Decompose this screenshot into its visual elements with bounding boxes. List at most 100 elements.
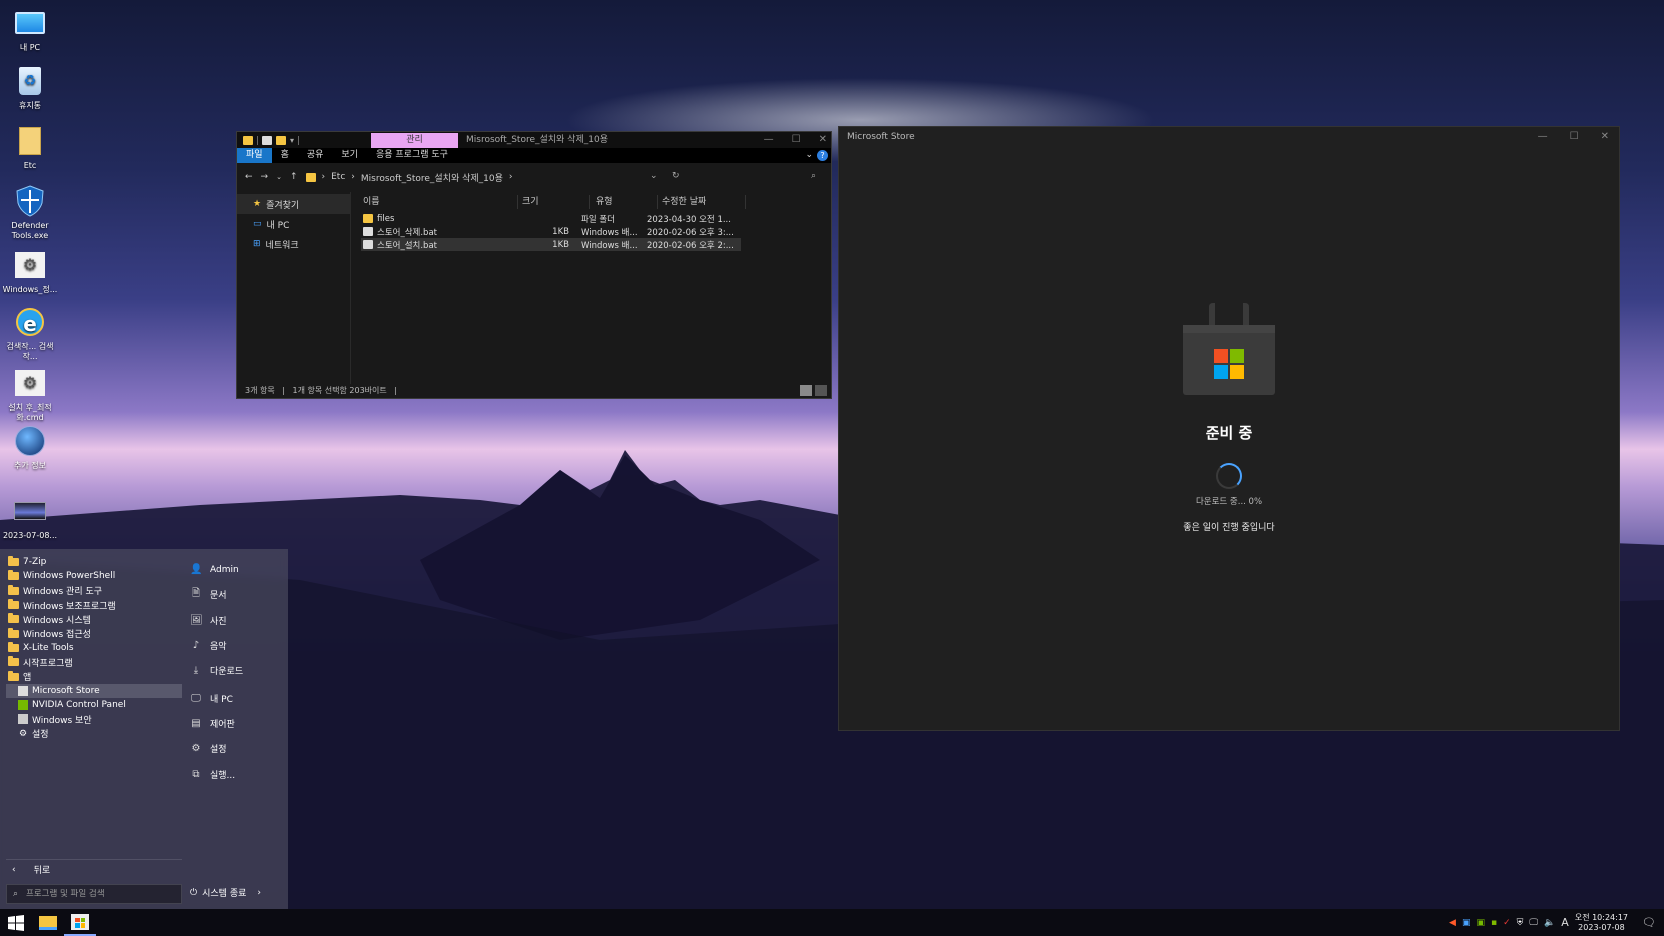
taskbar-file-explorer[interactable] <box>32 909 64 936</box>
folder-icon <box>305 172 316 182</box>
clock[interactable]: 오전 10:24:17 2023-07-08 <box>1575 913 1628 933</box>
desktop-icon-label: 설치 후_최적화.cmd <box>8 403 52 422</box>
folder-icon <box>8 584 19 595</box>
place-item[interactable]: 🗎 문서 <box>186 582 286 607</box>
tab-app-tools[interactable]: 응용 프로그램 도구 <box>367 148 457 163</box>
taskbar-microsoft-store[interactable] <box>64 909 96 936</box>
status-item-count: 3개 항목 <box>245 386 275 395</box>
tray-red-icon[interactable]: ✓ <box>1503 918 1511 928</box>
details-view-icon[interactable] <box>800 385 812 396</box>
up-arrow-icon[interactable]: ↑ <box>290 172 298 182</box>
folder-icon[interactable] <box>243 135 253 145</box>
security-shield-icon[interactable]: ⛨ <box>1517 918 1524 928</box>
program-item[interactable]: ⚙ 설정 <box>6 727 182 741</box>
chevron-right-icon: › <box>508 172 513 182</box>
new-folder-icon[interactable] <box>276 135 286 145</box>
program-item[interactable]: Windows PowerShell <box>6 569 182 583</box>
chevron-down-icon[interactable]: ▾ <box>290 136 294 145</box>
breadcrumb-item[interactable]: Etc <box>331 172 345 182</box>
file-row-selected[interactable]: 스토어_설치.bat 1KB Windows 배... 2020-02-06 오… <box>361 238 741 251</box>
desktop-icon-ie[interactable]: e 검색작... 검색작... <box>2 305 58 362</box>
column-header-size[interactable]: 크기 <box>518 195 590 209</box>
properties-icon[interactable] <box>262 135 272 145</box>
chevron-right-icon[interactable]: › <box>257 888 261 898</box>
breadcrumb-item[interactable]: Misrosoft_Store_설치와 삭제_10용 <box>361 171 503 184</box>
desktop-icon-defender[interactable]: Defender Tools.exe <box>2 184 58 241</box>
large-icons-view-icon[interactable] <box>815 385 827 396</box>
place-item[interactable]: ⚙ 설정 <box>186 736 286 761</box>
desktop-icon-my-pc[interactable]: 내 PC <box>2 6 58 53</box>
file-row[interactable]: 스토어_삭제.bat 1KB Windows 배... 2020-02-06 오… <box>361 225 741 238</box>
ribbon-tabs: 파일 홈 공유 보기 응용 프로그램 도구 ⌄ ? <box>237 148 831 163</box>
tray-arrow-icon[interactable]: ◀ <box>1449 918 1456 928</box>
back-arrow-icon[interactable]: ← <box>245 172 253 182</box>
close-icon[interactable]: ✕ <box>819 132 827 148</box>
nvidia-icon[interactable]: ▣ <box>1476 918 1485 928</box>
place-item[interactable]: ⤓ 다운로드 <box>186 658 286 683</box>
place-item[interactable]: ♪ 음악 <box>186 633 286 658</box>
shutdown-button[interactable]: ⏻ 시스템 종료 › <box>190 886 261 900</box>
search-input[interactable] <box>26 889 167 899</box>
program-item[interactable]: Windows 접근성 <box>6 626 182 640</box>
column-header-type[interactable]: 유형 <box>590 195 658 209</box>
forward-arrow-icon[interactable]: → <box>261 172 269 182</box>
program-item[interactable]: Windows 보조프로그램 <box>6 598 182 612</box>
tab-file[interactable]: 파일 <box>237 148 272 163</box>
search-icon[interactable]: ⌕ <box>811 171 816 181</box>
tab-manage-context[interactable]: 관리 <box>371 133 458 148</box>
column-header-date[interactable]: 수정한 날짜 <box>658 195 746 209</box>
back-button[interactable]: ‹ 뒤로 <box>6 859 182 876</box>
maximize-icon[interactable]: ☐ <box>792 132 801 148</box>
place-item[interactable]: 🖼 사진 <box>186 608 286 633</box>
program-item[interactable]: 앱 <box>6 669 182 683</box>
minimize-icon[interactable]: — <box>764 132 774 148</box>
program-item[interactable]: Microsoft Store <box>6 683 182 698</box>
volume-icon[interactable]: 🔈 <box>1544 918 1555 928</box>
place-item[interactable]: 🖵 내 PC <box>186 685 286 710</box>
program-label: 7-Zip <box>23 557 47 568</box>
refresh-icon[interactable]: ↻ <box>672 171 680 181</box>
desktop-icon-optimize-cmd[interactable]: ⚙ 설치 후_최적화.cmd <box>2 366 58 423</box>
program-list: 7-Zip Windows PowerShell Windows 관리 도구 Wind… <box>6 555 182 741</box>
program-item[interactable]: 시작프로그램 <box>6 655 182 669</box>
tray-app-icon[interactable]: ▣ <box>1462 918 1471 928</box>
program-item[interactable]: X-Lite Tools <box>6 641 182 655</box>
program-item[interactable]: NVIDIA Control Panel <box>6 698 182 712</box>
desktop-icon-etc[interactable]: Etc <box>2 124 58 171</box>
column-header-name[interactable]: 이름 <box>363 195 518 209</box>
nav-item-network[interactable]: ⊞ 네트워크 <box>237 234 350 254</box>
pc-icon: 🖵 <box>191 692 201 704</box>
file-row[interactable]: files 파일 폴더 2023-04-30 오전 1... <box>361 212 741 225</box>
chevron-down-icon[interactable]: ⌄ <box>276 173 282 181</box>
place-item[interactable]: ⧉ 실행... <box>186 761 286 786</box>
desktop-icon-extra-info[interactable]: 추가 정보 <box>2 424 58 471</box>
tab-share[interactable]: 공유 <box>298 148 333 163</box>
store-bag-icon <box>1183 303 1275 395</box>
nav-item-my-pc[interactable]: ▭ 내 PC <box>237 214 350 234</box>
notification-icon[interactable]: 🗨 <box>1642 916 1656 929</box>
network-icon[interactable]: 🖵 <box>1529 918 1538 928</box>
maximize-icon[interactable]: ☐ <box>1570 129 1579 145</box>
place-item[interactable]: ▤ 제어판 <box>186 711 286 736</box>
program-item[interactable]: Windows 보안 <box>6 712 182 726</box>
chevron-down-icon[interactable]: ⌄ <box>805 148 813 163</box>
chevron-down-icon[interactable]: ⌄ <box>650 171 658 181</box>
nav-item-favorites[interactable]: ★ 즐겨찾기 <box>237 194 350 214</box>
program-item[interactable]: 7-Zip <box>6 555 182 569</box>
tab-home[interactable]: 홈 <box>272 148 298 163</box>
program-item[interactable]: Windows 관리 도구 <box>6 584 182 598</box>
help-icon[interactable]: ? <box>817 150 828 161</box>
program-label: Windows 접근성 <box>23 630 91 641</box>
desktop-icon-windows-settings[interactable]: ⚙ Windows_정... <box>2 248 58 295</box>
desktop-icon-screenshot[interactable]: 2023-07-08... <box>2 494 58 541</box>
ime-indicator[interactable]: A <box>1561 916 1569 929</box>
tray-green-icon[interactable]: ▪ <box>1491 918 1497 928</box>
place-item[interactable]: 👤 Admin <box>186 557 286 582</box>
desktop-icon-recycle-bin[interactable]: ♻ 휴지통 <box>2 64 58 111</box>
minimize-icon[interactable]: — <box>1538 129 1548 145</box>
picture-icon: 🖼 <box>190 614 203 626</box>
program-item[interactable]: Windows 시스템 <box>6 612 182 626</box>
tab-view[interactable]: 보기 <box>332 148 367 163</box>
close-icon[interactable]: ✕ <box>1601 129 1609 145</box>
start-button[interactable] <box>0 909 32 936</box>
